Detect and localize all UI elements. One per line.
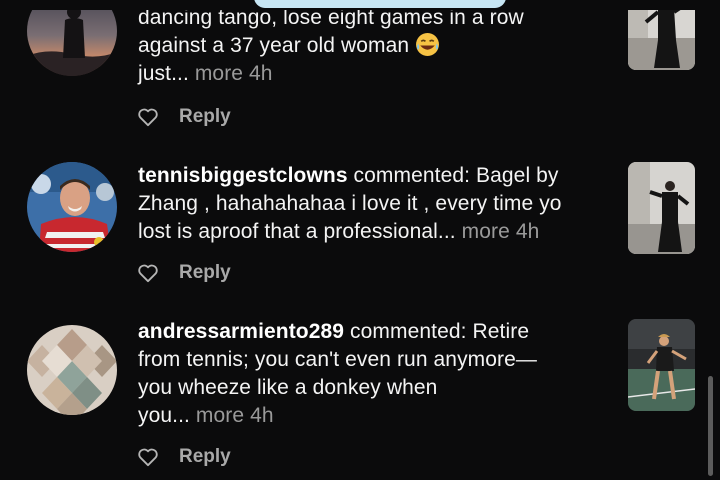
- new-notifications-pill[interactable]: [254, 0, 506, 8]
- reply-row: Reply: [137, 261, 231, 285]
- tango-video-thumbnail[interactable]: [628, 0, 695, 70]
- notification-text: andressarmiento289 commented: Retire fro…: [138, 318, 610, 430]
- reply-button[interactable]: Reply: [179, 446, 231, 468]
- tennis-player-avatar[interactable]: [27, 162, 117, 252]
- laughing-tears-emoji-icon: [416, 33, 440, 56]
- more-link[interactable]: more: [195, 62, 243, 85]
- reply-button[interactable]: Reply: [179, 106, 231, 128]
- tango-video-thumbnail[interactable]: [628, 162, 695, 254]
- tennis-court-video-thumbnail[interactable]: [628, 319, 695, 411]
- comments-notifications-screen: dancing tango, lose eight games in a row…: [0, 0, 720, 480]
- username-link[interactable]: andressarmiento289: [138, 320, 344, 343]
- heart-icon[interactable]: [137, 447, 159, 467]
- comment-line: Zhang , hahahahahaa i love it , every ti…: [138, 192, 562, 215]
- comment-line: tennisbiggestclowns commented: Bagel by: [138, 164, 559, 187]
- notification-text: tennisbiggestclowns commented: Bagel by …: [138, 162, 610, 246]
- comment-line: andressarmiento289 commented: Retire: [138, 320, 530, 343]
- more-link[interactable]: more: [196, 404, 244, 427]
- more-link[interactable]: more: [462, 220, 510, 243]
- reply-button[interactable]: Reply: [179, 262, 231, 284]
- comment-line: lost is aproof that a professional... mo…: [138, 220, 540, 243]
- timestamp: 4h: [250, 404, 274, 427]
- reply-row: Reply: [137, 445, 231, 469]
- timestamp: 4h: [515, 220, 540, 243]
- heart-icon[interactable]: [137, 263, 159, 283]
- reply-row: Reply: [137, 105, 231, 129]
- notification-text: dancing tango, lose eight games in a row…: [138, 4, 610, 88]
- comment-line: from tennis; you can't even run anymore—: [138, 348, 538, 371]
- timestamp: 4h: [249, 62, 273, 85]
- comment-line: you wheeze like a donkey when: [138, 376, 438, 399]
- mosaic-tile-avatar[interactable]: [27, 325, 117, 415]
- scrollbar[interactable]: [708, 376, 713, 476]
- username-link[interactable]: tennisbiggestclowns: [138, 164, 348, 187]
- heart-icon[interactable]: [137, 107, 159, 127]
- comment-line: against a 37 year old woman: [138, 32, 610, 60]
- comment-line: just... more 4h: [138, 62, 273, 85]
- comment-line: you... more 4h: [138, 404, 274, 427]
- silhouette-sunset-avatar[interactable]: [27, 0, 117, 76]
